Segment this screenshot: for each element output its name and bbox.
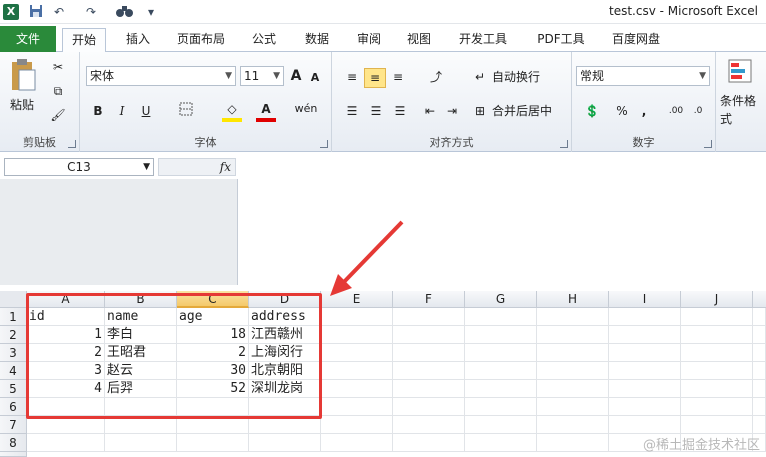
arrow-shaft	[340, 220, 404, 286]
watermark: @稀土掘金技术社区	[642, 438, 760, 453]
red-arrow	[330, 220, 404, 296]
